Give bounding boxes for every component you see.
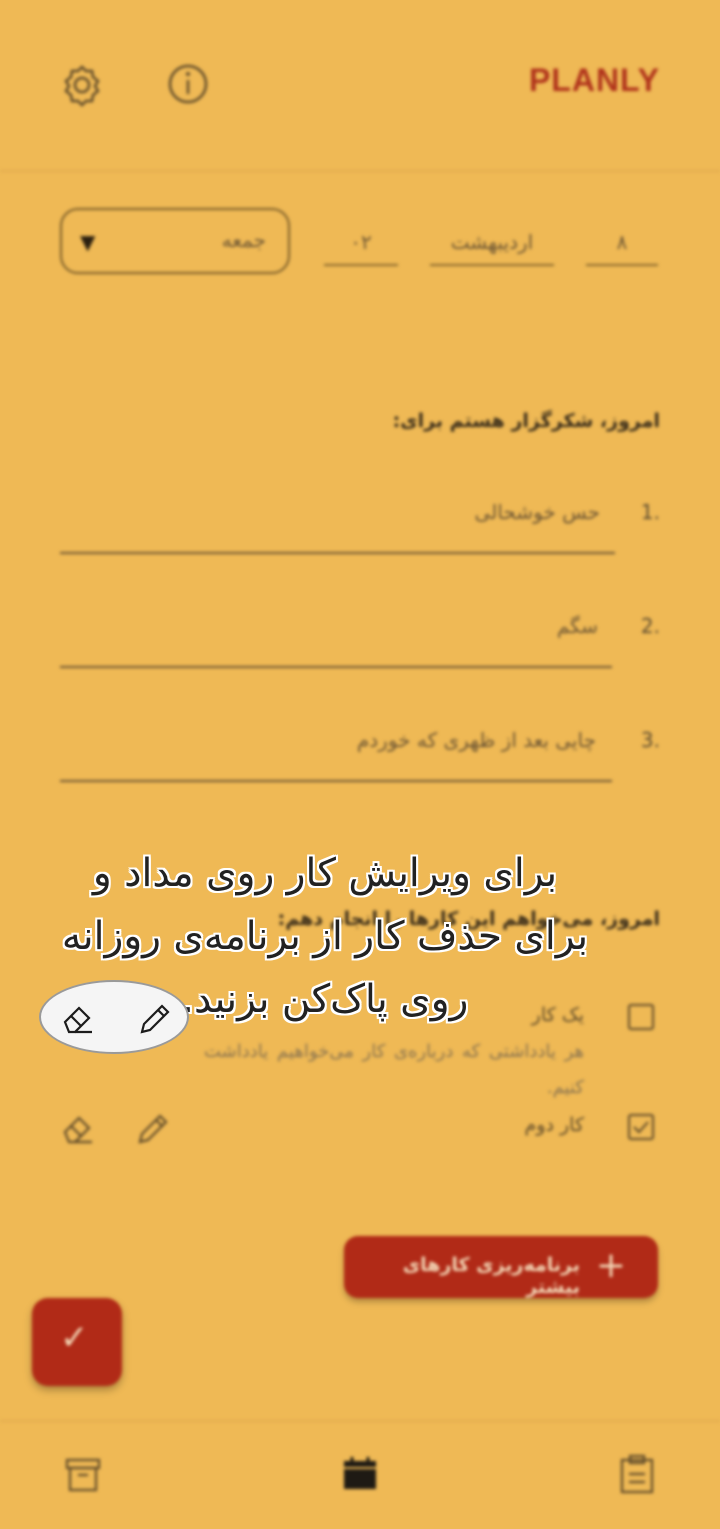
plan-more-label: برنامه‌ریزی کارهای بیشتر xyxy=(402,1254,580,1298)
plan-more-button[interactable]: برنامه‌ریزی کارهای بیشتر + xyxy=(344,1236,658,1298)
pencil-icon[interactable] xyxy=(134,1108,170,1148)
archive-icon[interactable] xyxy=(64,1456,102,1494)
gratitude-number: 1. xyxy=(640,500,660,524)
gratitude-input-line xyxy=(60,780,612,782)
year-field[interactable]: ۰۲ xyxy=(324,220,398,266)
task-checkbox-checked[interactable] xyxy=(628,1114,654,1140)
gratitude-number: 2. xyxy=(640,614,660,638)
app-screen: PLANLY ۸ اردیبهشت ۰۲ جمعه ▼ امروز، شکرگز… xyxy=(0,0,720,1527)
plus-icon: + xyxy=(595,1245,626,1286)
gratitude-item[interactable]: سگم xyxy=(557,614,598,638)
gear-icon[interactable] xyxy=(58,60,106,108)
day-field[interactable]: ۸ xyxy=(586,220,658,266)
clipboard-icon[interactable] xyxy=(618,1454,656,1494)
gratitude-item[interactable]: چایی بعد از ظهری که خوردم xyxy=(357,728,596,752)
gratitude-item[interactable]: حس خوشحالی xyxy=(475,500,600,524)
gratitude-number: 3. xyxy=(640,728,660,752)
tooltip-highlight xyxy=(39,980,189,1054)
gratitude-input-line xyxy=(60,552,615,554)
task-note: هر یادداشتی که درباره‌ی کار می‌خواهیم یا… xyxy=(204,1041,584,1098)
month-field[interactable]: اردیبهشت xyxy=(430,220,554,266)
brand-title: PLANLY xyxy=(528,62,660,98)
weekday-value: جمعه xyxy=(221,228,266,252)
eraser-icon[interactable] xyxy=(60,1108,96,1148)
pencil-icon[interactable] xyxy=(135,998,173,1038)
info-icon[interactable] xyxy=(164,60,212,108)
check-icon: ✓ xyxy=(60,1318,89,1358)
done-fab[interactable]: ✓ xyxy=(32,1298,122,1386)
gratitude-title: امروز، شکرگزار هستم برای: xyxy=(392,410,660,432)
caret-down-icon: ▼ xyxy=(80,230,96,254)
calendar-icon[interactable] xyxy=(342,1456,378,1492)
task-title: کار دوم xyxy=(524,1114,584,1136)
eraser-icon[interactable] xyxy=(59,998,97,1038)
gratitude-input-line xyxy=(60,666,612,668)
task-checkbox[interactable] xyxy=(628,1004,654,1030)
weekday-select[interactable]: جمعه ▼ xyxy=(60,208,290,274)
